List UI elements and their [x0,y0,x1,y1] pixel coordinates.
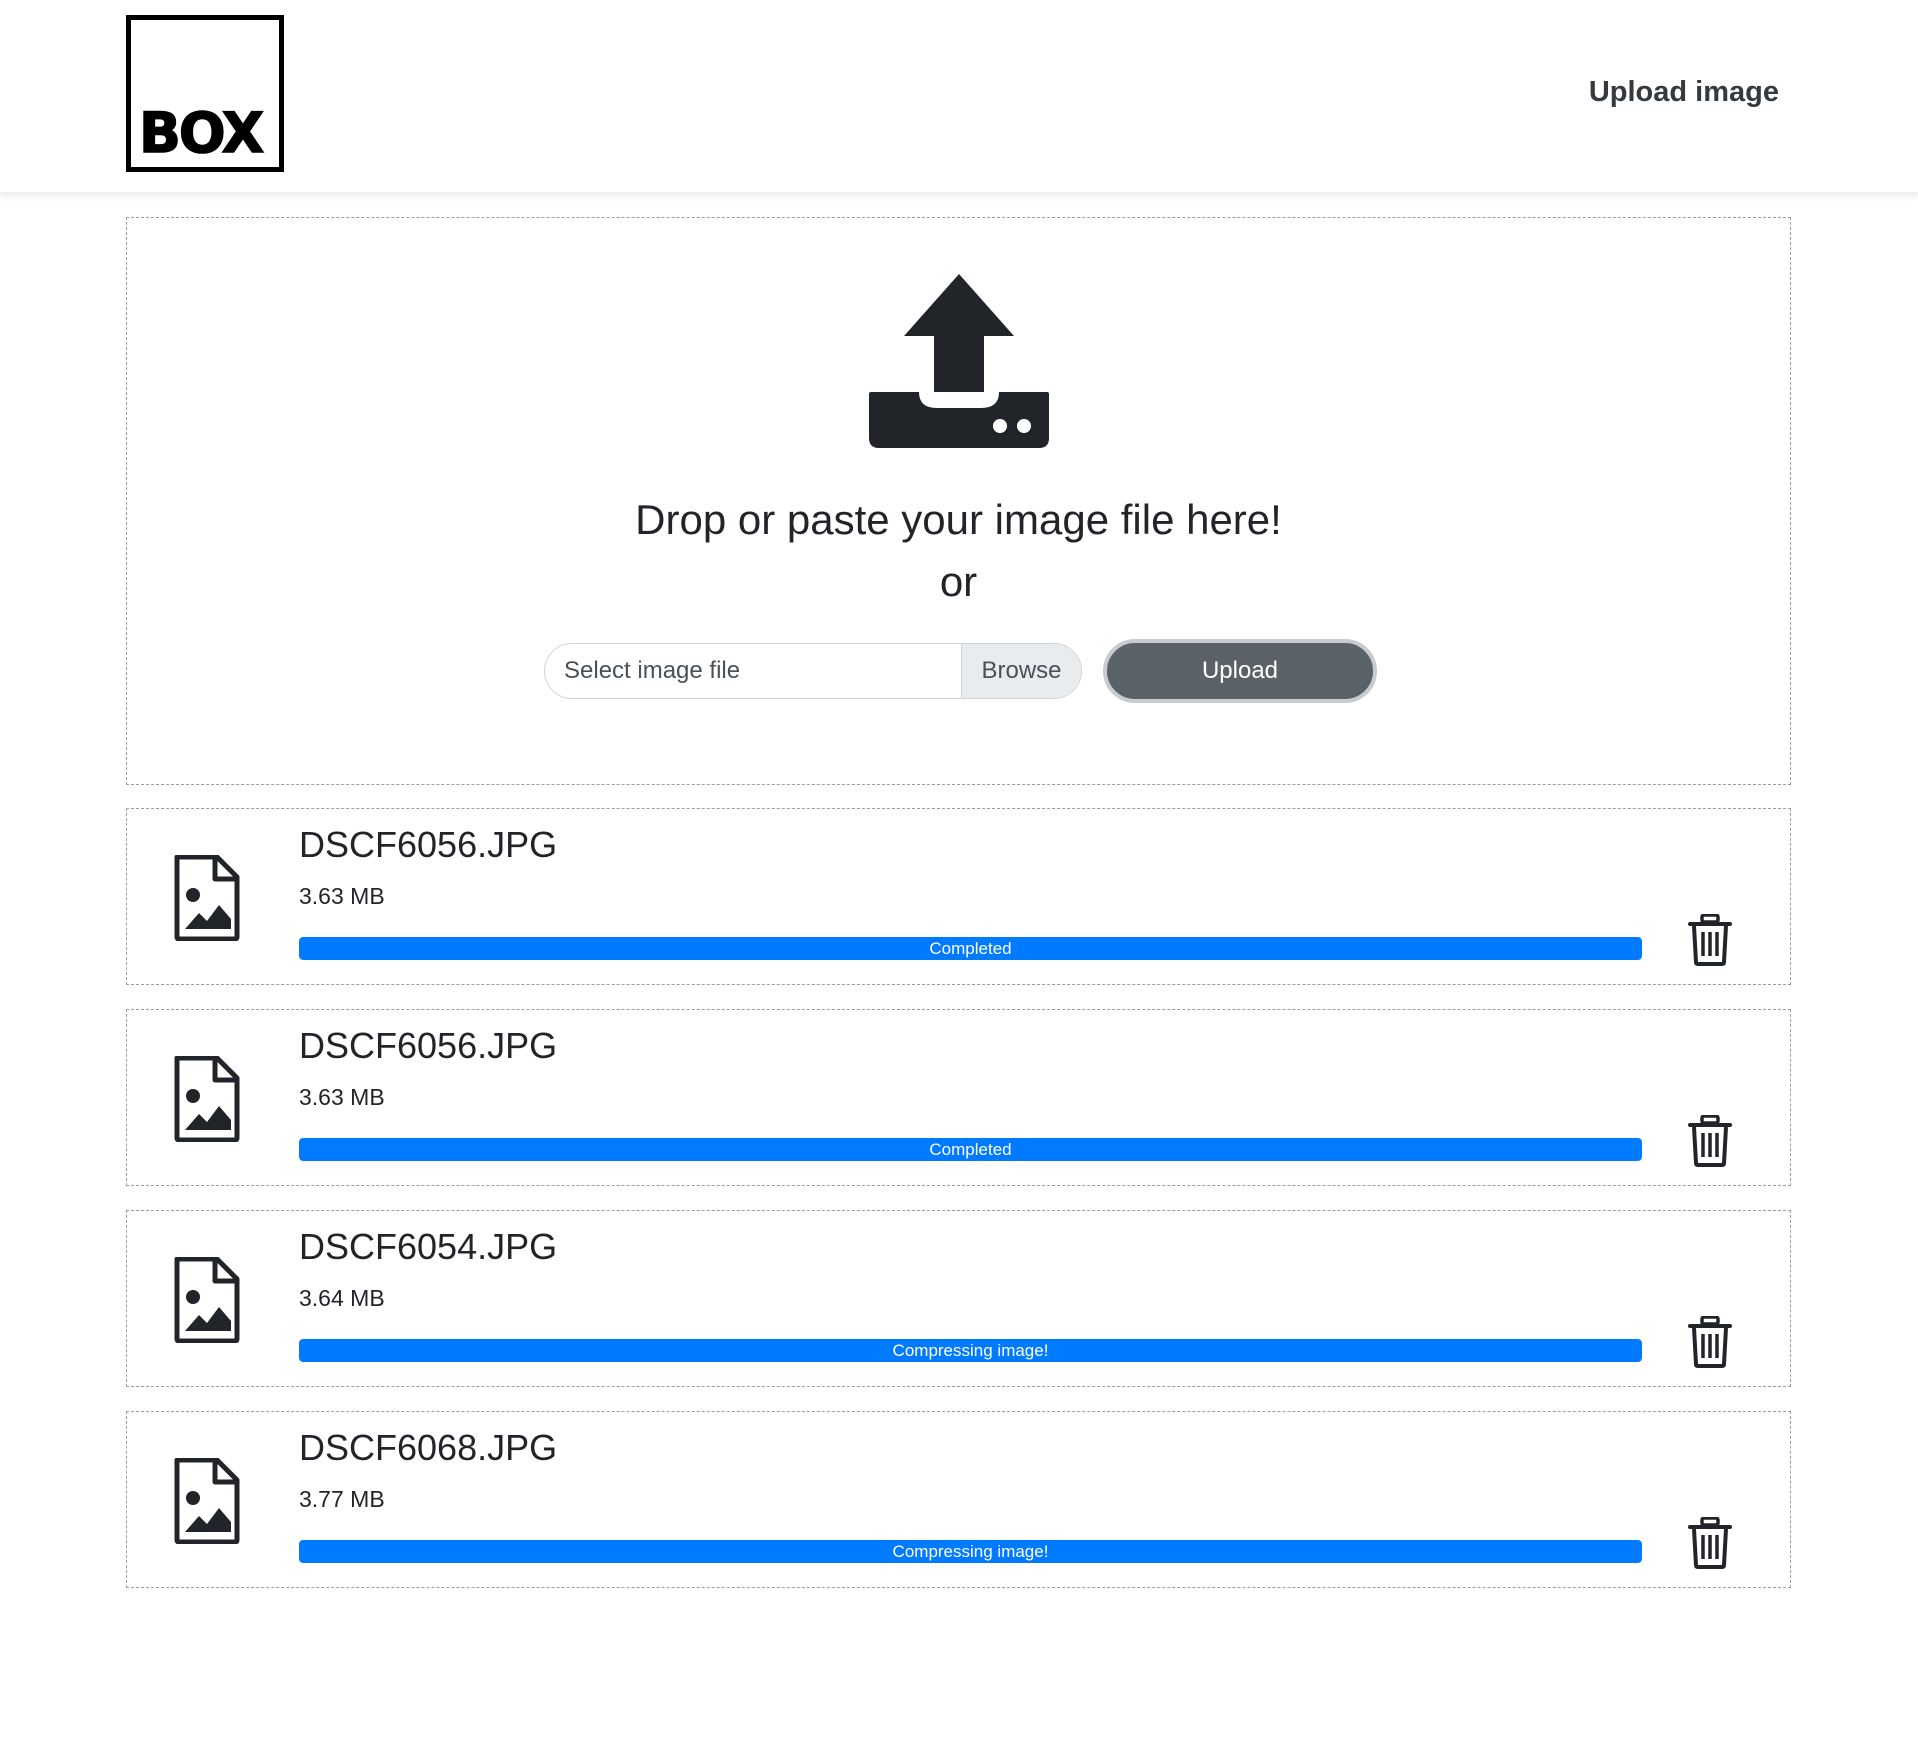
file-name: DSCF6054.JPG [299,1226,558,1267]
progress-bar: Compressing image! [299,1540,1642,1563]
file-size: 3.63 MB [299,883,385,909]
browse-button[interactable]: Browse [961,644,1081,698]
drop-zone[interactable]: Drop or paste your image file here! or S… [126,217,1791,785]
upload-button[interactable]: Upload [1103,639,1377,703]
image-file-icon [173,1457,241,1545]
file-size: 3.77 MB [299,1486,385,1512]
drop-instructions: Drop or paste your image file here! [635,496,1282,543]
progress-track: Completed [299,1138,1642,1161]
image-file-icon [173,1055,241,1143]
progress-bar: Completed [299,937,1642,960]
trash-icon[interactable] [1688,1114,1732,1167]
image-file-icon [173,1256,241,1344]
file-name: DSCF6056.JPG [299,824,558,865]
file-select-input[interactable]: Select image file Browse [544,643,1082,699]
file-card: DSCF6056.JPG 3.63 MB Completed [126,808,1791,985]
file-card: DSCF6054.JPG 3.64 MB Compressing image! [126,1210,1791,1387]
file-card: DSCF6068.JPG 3.77 MB Compressing image! [126,1411,1791,1588]
upload-image-nav-link[interactable]: Upload image [1589,76,1779,109]
progress-bar: Compressing image! [299,1339,1642,1362]
box-logo[interactable]: BOX [126,15,284,172]
trash-icon[interactable] [1688,1315,1732,1368]
image-file-icon [173,854,241,942]
logo-text: BOX [138,101,265,165]
top-navbar: BOX Upload image [0,0,1918,193]
file-size: 3.63 MB [299,1084,385,1110]
progress-track: Compressing image! [299,1540,1642,1563]
upload-icon [869,274,1049,448]
progress-track: Compressing image! [299,1339,1642,1362]
progress-bar: Completed [299,1138,1642,1161]
file-size: 3.64 MB [299,1285,385,1311]
file-name: DSCF6068.JPG [299,1427,558,1468]
trash-icon[interactable] [1688,1516,1732,1569]
file-input-placeholder: Select image file [564,657,741,684]
trash-icon[interactable] [1688,913,1732,966]
progress-track: Completed [299,937,1642,960]
file-card: DSCF6056.JPG 3.63 MB Completed [126,1009,1791,1186]
file-name: DSCF6056.JPG [299,1025,558,1066]
or-separator: or [939,558,978,605]
